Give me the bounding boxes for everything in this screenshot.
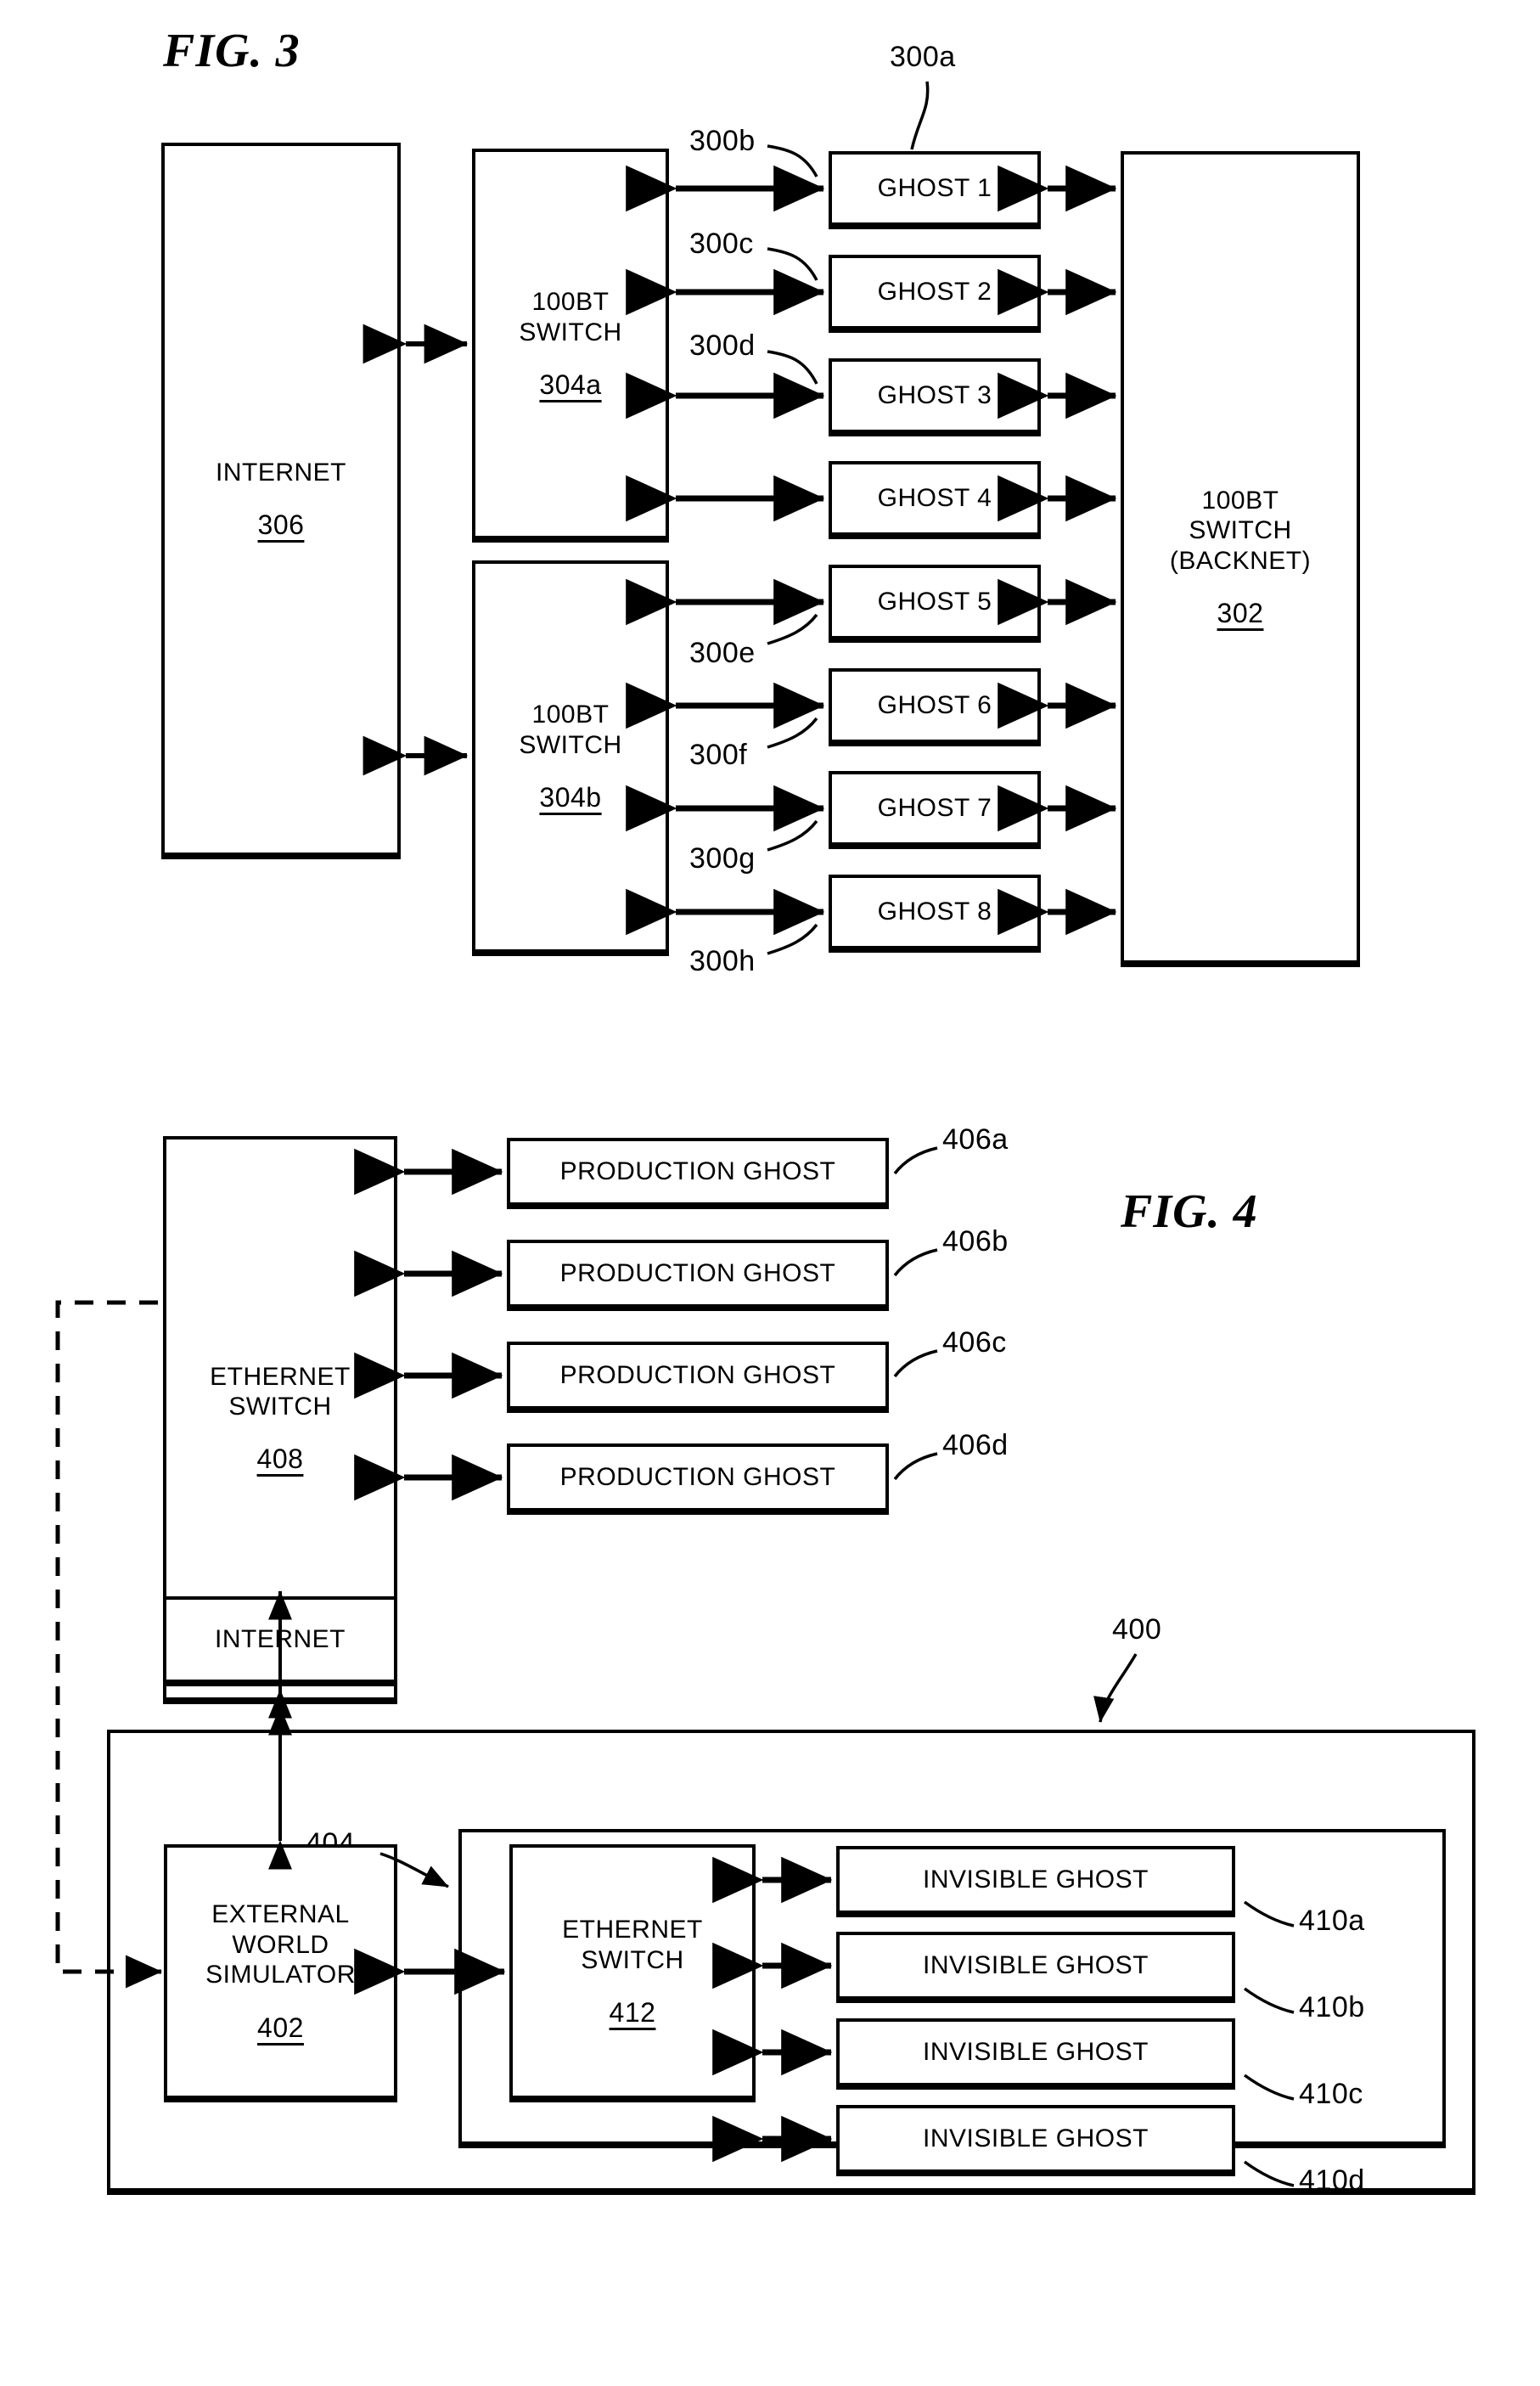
internet-ref: 306 <box>257 509 305 541</box>
invisible-ghost-410d-block: INVISIBLE GHOST <box>836 2105 1235 2176</box>
ghost-2-block: GHOST 2 <box>829 255 1041 333</box>
figure-3-title: FIG. 3 <box>163 25 301 77</box>
ghost-6-block: GHOST 6 <box>829 668 1041 746</box>
ghost-4-block: GHOST 4 <box>829 461 1041 539</box>
ref-300c: 300c <box>689 228 754 260</box>
ews-line3: SIMULATOR <box>205 1961 356 1989</box>
ref-300a: 300a <box>890 41 956 73</box>
patent-drawing-sheet: FIG. 3 300a INTERNET 306 100BT SWITCH 30… <box>0 0 1540 2386</box>
switch-304a-line1: 100BT <box>531 288 610 317</box>
ghost-1-block: GHOST 1 <box>829 151 1041 229</box>
ref-300g: 300g <box>689 842 756 875</box>
internet-label: INTERNET <box>216 458 346 487</box>
ref-410b: 410b <box>1299 1991 1365 2023</box>
ref-leader-lines-406 <box>893 1146 938 1481</box>
ref-300e: 300e <box>689 637 756 669</box>
ghost-7-block: GHOST 7 <box>829 771 1041 849</box>
ref-410c: 410c <box>1299 2078 1363 2110</box>
internet-block-fig3: INTERNET 306 <box>161 143 401 859</box>
ref-300d: 300d <box>689 329 756 362</box>
ews-line1: EXTERNAL <box>211 1900 350 1929</box>
ref-leader-400 <box>1093 1653 1138 1723</box>
ref-410a: 410a <box>1299 1905 1365 1937</box>
switch-304b-ref: 304b <box>539 781 602 813</box>
figure-4-title: FIG. 4 <box>1121 1185 1258 1238</box>
ghost-3-block: GHOST 3 <box>829 358 1041 436</box>
ethernet-switch-412-line1: ETHERNET <box>562 1916 703 1944</box>
ref-300h: 300h <box>689 945 756 977</box>
backnet-line2: SWITCH <box>1189 516 1292 545</box>
backnet-switch-block: 100BT SWITCH (BACKNET) 302 <box>1121 151 1360 967</box>
ref-400: 400 <box>1112 1613 1162 1646</box>
ethernet-switch-408-line1: ETHERNET <box>210 1362 351 1391</box>
backnet-line1: 100BT <box>1201 486 1279 515</box>
invisible-ghost-410c-block: INVISIBLE GHOST <box>836 2018 1235 2090</box>
ethernet-switch-412-line2: SWITCH <box>581 1945 684 1974</box>
switch-304b-line2: SWITCH <box>519 730 622 759</box>
ref-300f: 300f <box>689 739 748 771</box>
ref-406a: 406a <box>942 1123 1009 1156</box>
ghost-5-block: GHOST 5 <box>829 565 1041 643</box>
internet-fig4-label: INTERNET <box>215 1625 346 1654</box>
switch-304b-block: 100BT SWITCH 304b <box>472 560 669 956</box>
ethernet-switch-412-block: ETHERNET SWITCH 412 <box>509 1844 756 2102</box>
ethernet-switch-412-ref: 412 <box>609 1996 656 2028</box>
backnet-line3: (BACKNET) <box>1169 546 1312 575</box>
ethernet-switch-408-line2: SWITCH <box>228 1393 332 1421</box>
internet-block-fig4: INTERNET <box>163 1596 397 1686</box>
ref-410d: 410d <box>1299 2164 1365 2197</box>
ref-406b: 406b <box>942 1225 1009 1258</box>
switch-304a-line2: SWITCH <box>519 318 622 346</box>
switch-304a-ref: 304a <box>539 369 602 400</box>
ews-line2: WORLD <box>232 1930 329 1959</box>
production-ghost-406b-block: PRODUCTION GHOST <box>507 1240 889 1311</box>
ref-406d: 406d <box>942 1429 1009 1461</box>
invisible-ghost-410b-block: INVISIBLE GHOST <box>836 1932 1235 2003</box>
ref-406c: 406c <box>942 1326 1007 1359</box>
switch-304b-line1: 100BT <box>531 701 610 729</box>
invisible-ghost-410a-block: INVISIBLE GHOST <box>836 1846 1235 1917</box>
production-ghost-406a-block: PRODUCTION GHOST <box>507 1138 889 1209</box>
ref-300b: 300b <box>689 125 756 157</box>
ethernet-switch-408-ref: 408 <box>256 1443 304 1475</box>
ghost-8-block: GHOST 8 <box>829 875 1041 953</box>
ews-ref: 402 <box>257 2012 304 2043</box>
switch-304a-block: 100BT SWITCH 304a <box>472 149 669 543</box>
production-ghost-406c-block: PRODUCTION GHOST <box>507 1342 889 1413</box>
backnet-ref: 302 <box>1217 598 1264 629</box>
production-ghost-406d-block: PRODUCTION GHOST <box>507 1443 889 1515</box>
external-world-simulator-block: EXTERNAL WORLD SIMULATOR 402 <box>164 1844 397 2102</box>
